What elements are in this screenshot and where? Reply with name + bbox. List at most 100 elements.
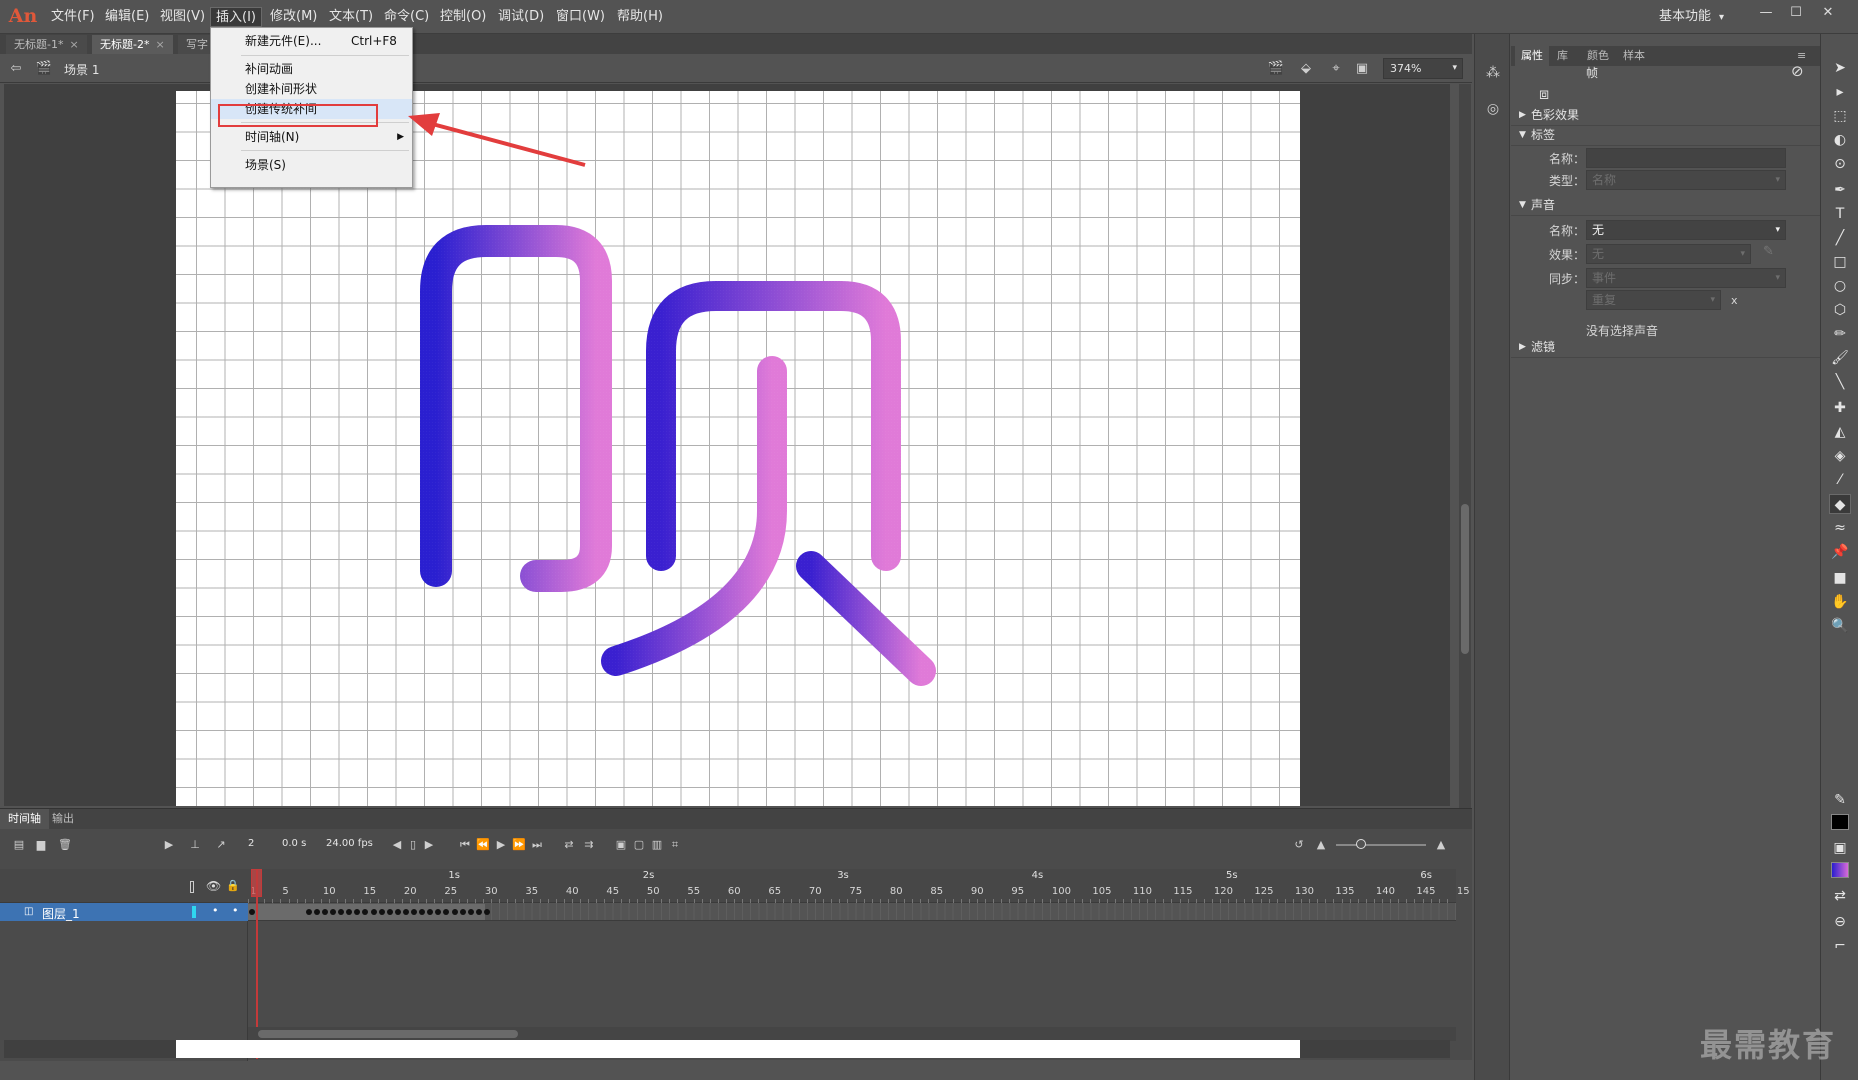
keyframe-dot[interactable] — [467, 909, 474, 915]
go-first-frame-icon[interactable]: ⏮ — [456, 837, 474, 853]
keyframe-dot[interactable] — [386, 909, 393, 915]
pin-tool-icon[interactable]: 📌 — [1829, 542, 1851, 562]
eraser-tool-icon[interactable]: ◆ — [1829, 494, 1851, 514]
reset-icon[interactable]: ↺ — [1290, 837, 1308, 853]
3d-rotation-tool-icon[interactable]: ◐ — [1829, 130, 1851, 150]
snap-magnet-icon[interactable]: ⊖ — [1829, 912, 1851, 932]
delete-layer-icon[interactable]: 🗑 — [56, 837, 74, 853]
maximize-icon[interactable]: ☐ — [1782, 3, 1810, 23]
ink-bottle-tool-icon[interactable]: ◈ — [1829, 446, 1851, 466]
pen-tool-icon[interactable]: ✒ — [1829, 180, 1851, 200]
play-icon[interactable]: ▶ — [492, 837, 510, 853]
doc-tab-1[interactable]: 无标题-1* × — [6, 35, 87, 54]
slider-thumb[interactable] — [1356, 839, 1366, 849]
menu-item-new-symbol[interactable]: 新建元件(E)... Ctrl+F8 — [211, 31, 412, 51]
menu-item-timeline[interactable]: 时间轴(N) ▶ — [211, 127, 412, 147]
back-arrow-icon[interactable]: ⇦ — [6, 60, 26, 78]
rectangle-tool-icon[interactable]: □ — [1829, 252, 1851, 272]
eyedropper-tool-icon[interactable]: ⁄ — [1829, 470, 1851, 490]
timeline-zoom-slider[interactable] — [1336, 844, 1426, 846]
keyframe-dot[interactable] — [313, 909, 320, 915]
frame-ruler[interactable]: 1s 2s 3s 4s 5s 6s 15 10 15 20 25 30 35 40 45 50 55 60 65 7… — [248, 869, 1470, 903]
section-color-effect[interactable]: ▶ 色彩效果 — [1511, 104, 1820, 126]
motion-presets-icon[interactable]: ⁂ — [1484, 64, 1502, 82]
keyframe-dot[interactable] — [321, 909, 328, 915]
highlight-layers-icon[interactable] — [190, 881, 194, 893]
menu-modify[interactable]: 修改(M) — [265, 7, 322, 27]
frames-row[interactable] — [248, 903, 1456, 921]
section-label[interactable]: ▼ 标签 — [1511, 124, 1820, 146]
zoom-tool-icon[interactable]: 🔍 — [1829, 616, 1851, 636]
scrollbar-thumb[interactable] — [1461, 504, 1469, 654]
graph-icon[interactable]: ↗ — [212, 837, 230, 853]
smooth-icon[interactable]: ⌐ — [1829, 936, 1851, 956]
menu-debug[interactable]: 调试(D) — [493, 7, 549, 27]
brush-tool-icon[interactable]: ╲ — [1829, 372, 1851, 392]
zoom-out-mountain-icon[interactable]: ▲ — [1312, 837, 1330, 853]
layer-visible-dot[interactable]: • — [212, 904, 219, 917]
subselection-tool-icon[interactable]: ▸ — [1829, 82, 1851, 102]
menu-help[interactable]: 帮助(H) — [612, 7, 668, 27]
oval-tool-icon[interactable]: ○ — [1829, 276, 1851, 296]
go-last-frame-icon[interactable]: ⏭ — [528, 837, 546, 853]
cc-libraries-icon[interactable]: ◎ — [1484, 100, 1502, 118]
edit-symbol-icon[interactable]: ⬙ — [1296, 60, 1316, 78]
step-forward-icon[interactable]: ⏩ — [510, 837, 528, 853]
label-type-select[interactable]: 名称 ▾ — [1586, 170, 1786, 190]
glyph-zhen-artwork[interactable] — [176, 91, 1300, 806]
menu-item-motion-tween[interactable]: 补间动画 — [211, 59, 412, 79]
close-icon[interactable]: × — [155, 38, 164, 51]
keyframe-dot[interactable] — [305, 909, 312, 915]
camera-icon[interactable]: ▶ — [160, 837, 178, 853]
stage-canvas[interactable] — [176, 91, 1300, 806]
loop-icon[interactable]: ⇄ — [560, 837, 578, 853]
pencil-tool-icon[interactable]: ✏ — [1829, 324, 1851, 344]
keyframe-dot[interactable] — [459, 909, 466, 915]
bone-tool-icon[interactable]: ✚ — [1829, 398, 1851, 418]
menu-commands[interactable]: 命令(C) — [379, 7, 434, 27]
section-sound[interactable]: ▼ 声音 — [1511, 194, 1820, 216]
zoom-select[interactable]: 374% ▾ — [1383, 58, 1463, 79]
label-name-input[interactable] — [1586, 148, 1786, 168]
tab-library[interactable]: 库 — [1551, 46, 1574, 66]
free-transform-tool-icon[interactable]: ⬚ — [1829, 106, 1851, 126]
menu-item-shape-tween[interactable]: 创建补间形状 — [211, 79, 412, 99]
edit-multiple-frames-icon[interactable]: ▥ — [648, 837, 666, 853]
onion-outline-icon[interactable]: ▢ — [630, 837, 648, 853]
keyframe-dot[interactable] — [451, 909, 458, 915]
elapsed-time[interactable]: 0.0 s — [282, 838, 306, 849]
text-tool-icon[interactable]: T — [1829, 204, 1851, 224]
menu-text[interactable]: 文本(T) — [324, 7, 378, 27]
keyframe-dot[interactable] — [370, 909, 377, 915]
new-folder-icon[interactable]: ▆ — [32, 837, 50, 853]
keyframe-dot[interactable] — [475, 909, 482, 915]
tab-properties[interactable]: 属性 — [1515, 46, 1549, 66]
sound-effect-select[interactable]: 无 ▾ — [1586, 244, 1751, 264]
selection-tool-icon[interactable]: ➤ — [1829, 58, 1851, 78]
doc-tab-2[interactable]: 无标题-2* × — [92, 35, 173, 54]
paint-brush-tool-icon[interactable]: 🖌 — [1829, 348, 1851, 368]
paint-bucket-tool-icon[interactable]: ◭ — [1829, 422, 1851, 442]
minimize-icon[interactable]: — — [1752, 3, 1780, 23]
layer-color-marker[interactable] — [192, 906, 196, 918]
keyframe-dot[interactable] — [394, 909, 401, 915]
zoom-in-mountain-icon[interactable]: ▲ — [1432, 837, 1450, 853]
lock-icon[interactable]: 🔒 — [226, 879, 240, 892]
timeline-horizontal-scrollbar[interactable] — [248, 1027, 1456, 1041]
keyframe-dot[interactable] — [402, 909, 409, 915]
step-back-icon[interactable]: ⏪ — [474, 837, 492, 853]
tab-color[interactable]: 颜色 — [1581, 46, 1615, 66]
section-filter[interactable]: ▶ 滤镜 — [1511, 336, 1820, 358]
onion-skin-icon[interactable]: ▣ — [612, 837, 630, 853]
menu-file[interactable]: 文件(F) — [46, 7, 100, 27]
edit-pencil-icon[interactable]: ✎ — [1763, 244, 1774, 259]
eye-icon[interactable]: 👁 — [206, 879, 221, 893]
menu-insert[interactable]: 插入(I) — [210, 7, 262, 27]
tab-swatches[interactable]: 样本 — [1617, 46, 1651, 66]
fill-color-bucket-icon[interactable]: ▣ — [1829, 838, 1851, 858]
tab-output[interactable]: 输出 — [44, 809, 82, 829]
polystar-tool-icon[interactable]: ⬡ — [1829, 300, 1851, 320]
sound-name-select[interactable]: 无 ▾ — [1586, 220, 1786, 240]
keyframe-dot[interactable] — [330, 909, 336, 915]
menu-view[interactable]: 视图(V) — [155, 7, 210, 27]
